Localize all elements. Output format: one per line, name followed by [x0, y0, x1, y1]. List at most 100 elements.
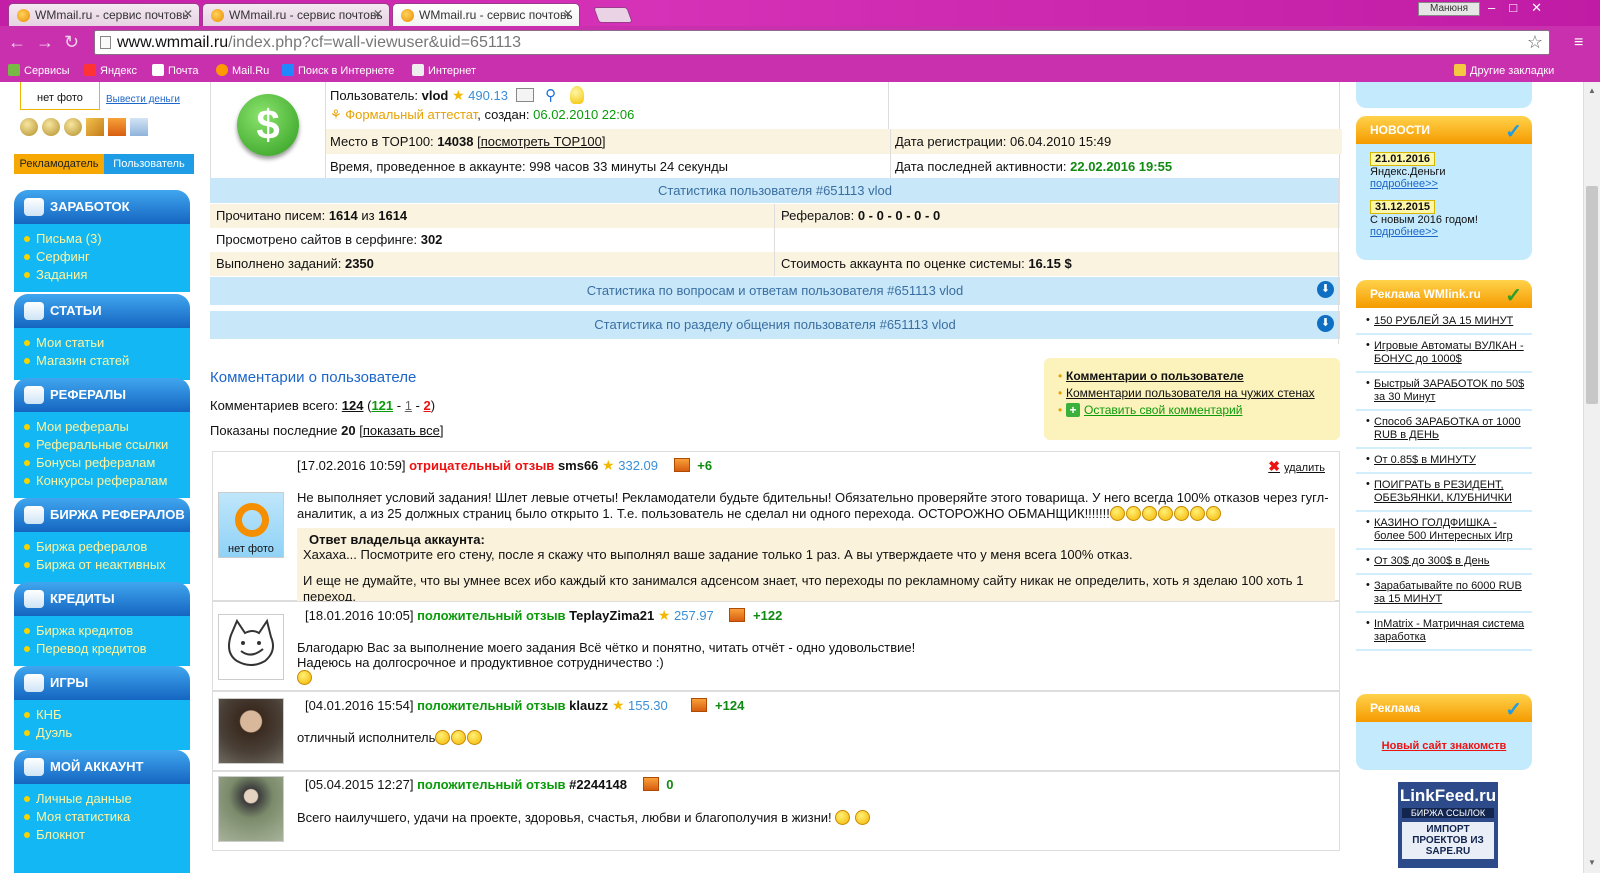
browser-tab-2[interactable]: WMmail.ru - сервис почтовь ✕	[202, 3, 390, 26]
magnifier-icon[interactable]: ⚲	[545, 87, 556, 104]
forum-stats-toggle[interactable]: Статистика по разделу общения пользовате…	[210, 311, 1340, 339]
close-tab-icon[interactable]: ✕	[373, 7, 383, 21]
browser-tab-1[interactable]: WMmail.ru - сервис почтовь ✕	[8, 3, 200, 26]
menu-item-ref-links[interactable]: Реферальные ссылки	[22, 436, 190, 454]
ad-link[interactable]: Игровые Автоматы ВУЛКАН - БОНУС до 1000$	[1356, 335, 1532, 373]
menu-item-ref-market[interactable]: Биржа рефералов	[22, 538, 190, 556]
show-all-link[interactable]: показать все	[363, 423, 440, 438]
close-tab-icon[interactable]: ✕	[183, 7, 193, 21]
window-controls[interactable]: –□✕	[1488, 0, 1556, 16]
lightbulb-icon[interactable]	[569, 86, 584, 104]
menu-header[interactable]: МОЙ АККАУНТ	[14, 750, 190, 784]
role-user-button[interactable]: Пользователь	[104, 154, 194, 174]
ad-link[interactable]: От 0.85$ в МИНУТУ	[1356, 449, 1532, 474]
menu-header[interactable]: СТАТЬИ	[14, 294, 190, 328]
bookmark-services[interactable]: Сервисы	[8, 64, 70, 77]
menu-item-ref-bonuses[interactable]: Бонусы рефералам	[22, 454, 190, 472]
comment-author[interactable]: TeplayZima21	[569, 608, 654, 623]
menu-item-ref-contests[interactable]: Конкурсы рефералам	[22, 472, 190, 490]
comment-author[interactable]: klauzz	[569, 698, 608, 713]
menu-header[interactable]: ЗАРАБОТОК	[14, 190, 190, 224]
ad-link[interactable]: Быстрый ЗАРАБОТОК по 50$ за 30 Минут	[1356, 373, 1532, 411]
referrals-count: Рефералов: 0 - 0 - 0 - 0 - 0	[774, 204, 1340, 228]
menu-item-inactive-market[interactable]: Биржа от неактивных	[22, 556, 190, 574]
qa-stats-toggle[interactable]: Статистика по вопросам и ответам пользов…	[210, 277, 1340, 305]
expand-down-icon[interactable]: ⬇	[1317, 281, 1334, 298]
pencil-icon[interactable]	[86, 118, 104, 136]
star-icon: ★	[657, 607, 671, 623]
menu-item-credit-market[interactable]: Биржа кредитов	[22, 622, 190, 640]
back-icon[interactable]: ←	[8, 32, 26, 53]
total-link[interactable]: 124	[342, 398, 364, 413]
positive-link[interactable]: 121	[371, 398, 393, 413]
menu-item-personal-data[interactable]: Личные данные	[22, 790, 190, 808]
nav-comments-about[interactable]: Комментарии о пользователе	[1066, 369, 1244, 383]
menu-item-rps[interactable]: КНБ	[22, 706, 190, 724]
address-bar[interactable]: www.wmmail.ru/index.php?cf=wall-viewuser…	[94, 30, 1550, 55]
ad-link[interactable]: 150 РУБЛЕЙ ЗА 15 МИНУТ	[1356, 310, 1532, 335]
box-icon[interactable]	[108, 118, 126, 136]
profile-button[interactable]: Манюня	[1418, 2, 1480, 16]
menu-item-notepad[interactable]: Блокнот	[22, 826, 190, 844]
account-cost: Стоимость аккаунта по оценке системы: 16…	[774, 252, 1340, 276]
nav-comments-elsewhere[interactable]: Комментарии пользователя на чужих стенах	[1066, 386, 1315, 400]
menu-item-my-referrals[interactable]: Мои рефералы	[22, 418, 190, 436]
scroll-down-icon[interactable]: ▼	[1588, 858, 1596, 867]
menu-item-tasks[interactable]: Задания	[22, 266, 190, 284]
promo-link[interactable]: Новый сайт знакомств	[1382, 740, 1507, 752]
menu-item-duel[interactable]: Дуэль	[22, 724, 190, 742]
ad-link[interactable]: Зарабатывайте по 6000 RUB за 15 МИНУТ	[1356, 575, 1532, 613]
ad-link[interactable]: InMatrix - Матричная система заработка	[1356, 613, 1532, 651]
linkfeed-banner[interactable]: LinkFeed.ru БИРЖА ССЫЛОК ИМПОРТ ПРОЕКТОВ…	[1398, 782, 1498, 868]
withdraw-link[interactable]: Вывести деньги	[106, 94, 180, 105]
news-more-link[interactable]: подробнее>>	[1370, 178, 1438, 190]
leave-comment-link[interactable]: Оставить свой комментарий	[1084, 403, 1242, 417]
top100-link[interactable]: посмотреть TOP100	[481, 134, 602, 149]
avatar[interactable]: нет фото	[20, 82, 100, 110]
menu-item-my-articles[interactable]: Мои статьи	[22, 334, 190, 352]
send-mail-icon[interactable]	[515, 88, 534, 102]
menu-item-article-shop[interactable]: Магазин статей	[22, 352, 190, 370]
ad-link[interactable]: Способ ЗАРАБОТКА от 1000 RUB в ДЕНЬ	[1356, 411, 1532, 449]
scrollbar-thumb[interactable]	[1586, 186, 1598, 404]
menu-icon[interactable]: ≡	[1574, 34, 1583, 52]
role-advertiser-button[interactable]: Рекламодатель	[14, 154, 104, 174]
top-place: 14038	[437, 134, 474, 149]
ad-link[interactable]: КАЗИНО ГОЛДФИШКА - более 500 Интересных …	[1356, 512, 1532, 550]
close-tab-icon[interactable]: ✕	[563, 7, 573, 21]
ad-link[interactable]: ПОИГРАТЬ в РЕЗИДЕНТ, ОБЕЗЬЯНКИ, КЛУБНИЧК…	[1356, 474, 1532, 512]
reload-icon[interactable]: ↻	[64, 32, 79, 53]
menu-item-my-stats[interactable]: Моя статистика	[22, 808, 190, 826]
bookmark-mailru[interactable]: Mail.Ru	[216, 64, 269, 77]
news-more-link[interactable]: подробнее>>	[1370, 226, 1438, 238]
bookmark-search[interactable]: Поиск в Интернете	[282, 64, 394, 77]
browser-tab-3-active[interactable]: WMmail.ru - сервис почтовь ✕	[392, 3, 580, 26]
menu-header[interactable]: КРЕДИТЫ	[14, 582, 190, 616]
maximize-icon[interactable]: □	[1509, 0, 1531, 15]
minimize-icon[interactable]: –	[1488, 0, 1509, 15]
bookmark-other[interactable]: Другие закладки	[1454, 64, 1554, 77]
negative-link[interactable]: 2	[424, 398, 431, 413]
bookmark-mail[interactable]: Почта	[152, 64, 199, 77]
chart-icon[interactable]	[130, 118, 148, 136]
delete-button[interactable]: ✖ удалить	[1268, 458, 1325, 475]
menu-item-letters[interactable]: Письма (3)	[22, 230, 190, 248]
ad-link[interactable]: От 30$ до 300$ в День	[1356, 550, 1532, 575]
bookmark-internet[interactable]: Интернет	[412, 64, 476, 77]
new-tab-button[interactable]	[593, 7, 633, 23]
menu-item-surfing[interactable]: Серфинг	[22, 248, 190, 266]
menu-item-credit-transfer[interactable]: Перевод кредитов	[22, 640, 190, 658]
menu-header[interactable]: РЕФЕРАЛЫ	[14, 378, 190, 412]
menu-header[interactable]: БИРЖА РЕФЕРАЛОВ	[14, 498, 190, 532]
expand-down-icon[interactable]: ⬇	[1317, 315, 1334, 332]
close-window-icon[interactable]: ✕	[1531, 0, 1556, 15]
menu-header[interactable]: ИГРЫ	[14, 666, 190, 700]
comment-author[interactable]: #2244148	[569, 777, 627, 792]
neutral-link[interactable]: 1	[405, 398, 412, 413]
comment-author[interactable]: sms66	[558, 458, 598, 473]
forward-icon[interactable]: →	[36, 32, 54, 53]
bookmark-star-icon[interactable]: ☆	[1527, 31, 1543, 54]
bookmark-yandex[interactable]: Яндекс	[84, 64, 137, 77]
scroll-up-icon[interactable]: ▲	[1588, 86, 1596, 95]
page-scrollbar[interactable]: ▲ ▼	[1583, 82, 1600, 873]
